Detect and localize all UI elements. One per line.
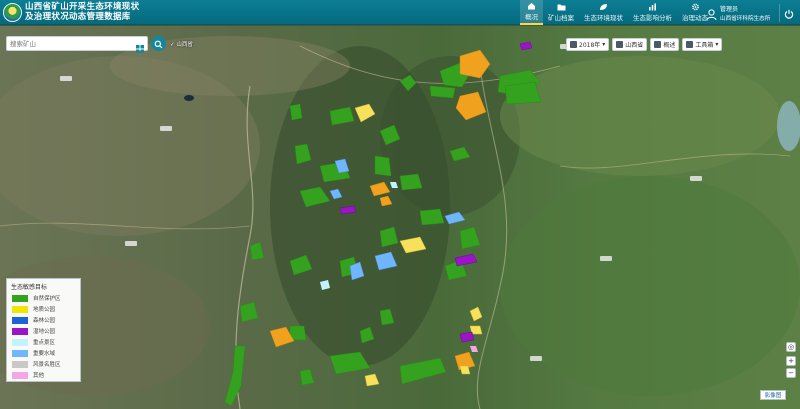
legend-swatch — [12, 338, 28, 346]
legend-label: 自然保护区 — [33, 296, 61, 302]
legend-item[interactable]: 风景名胜区 — [12, 360, 61, 368]
home-icon — [527, 2, 536, 10]
legend-swatch — [12, 349, 28, 357]
legend-label: 风景名胜区 — [33, 362, 61, 368]
search-icon — [154, 34, 163, 53]
legend-title: 生态敏感目标 — [11, 284, 48, 291]
grid-icon[interactable] — [135, 39, 145, 53]
legend-label: 地质公园 — [33, 307, 56, 313]
legend-label: 其他 — [33, 373, 45, 379]
legend-item[interactable]: 重点景区 — [12, 338, 55, 346]
chevron-down-icon: ▾ — [602, 41, 606, 48]
legend-swatch — [12, 316, 28, 324]
app-title-line1: 山西省矿山开采生态环境现状 — [25, 2, 140, 12]
map-toolbar: 2018年 ▾ 山西省 概述 工具箱 ▾ — [566, 38, 723, 51]
search-input[interactable] — [10, 38, 132, 50]
legend-item[interactable]: 重要水域 — [12, 349, 55, 357]
nav-label: 生态影响分析 — [633, 14, 672, 22]
satellite-map[interactable] — [0, 26, 800, 409]
folder-icon — [557, 3, 566, 11]
chart-icon — [648, 3, 657, 11]
nav-label: 治理动态 — [682, 14, 708, 22]
calendar-icon — [570, 41, 577, 48]
legend-label: 森林公园 — [33, 318, 56, 324]
nav-item-overview[interactable]: 概况 — [520, 0, 543, 25]
legend-item[interactable]: 地质公园 — [12, 305, 55, 313]
legend-label: 重要水域 — [33, 351, 56, 357]
map-legend: 生态敏感目标 自然保护区 地质公园 森林公园 湿地公园 重点景区 重要水域 风景… — [6, 278, 81, 382]
toolbox-button[interactable]: 工具箱 ▾ — [682, 38, 723, 51]
user-info[interactable]: 管理员 山西省环科院生态所 — [706, 2, 776, 23]
user-icon — [706, 6, 717, 21]
locate-button[interactable]: ◎ — [786, 342, 796, 352]
current-location: ✓ 山西省 — [170, 42, 193, 48]
zoom-in-button[interactable]: + — [786, 356, 796, 366]
nav-item-eco-status[interactable]: 生态环境现状 — [579, 0, 628, 25]
legend-label: 湿地公园 — [33, 329, 56, 335]
nav-item-mine-archive[interactable]: 矿山档案 — [543, 0, 579, 25]
legend-swatch — [12, 360, 28, 368]
nav-label: 生态环境现状 — [584, 14, 623, 22]
overview-label: 概述 — [663, 42, 676, 49]
locate-icon: ◎ — [787, 343, 795, 351]
nav-item-impact-analysis[interactable]: 生态影响分析 — [628, 0, 677, 25]
nav-label: 矿山档案 — [548, 14, 574, 22]
gear-icon — [691, 3, 700, 11]
legend-label: 重点景区 — [33, 340, 56, 346]
year-label: 2018年 — [579, 42, 601, 49]
power-icon — [784, 4, 794, 23]
user-org: 山西省环科院生态所 — [720, 16, 771, 22]
basemap-switch-button[interactable]: 影像图 — [760, 390, 786, 400]
overview-button[interactable]: 概述 — [650, 38, 680, 51]
search-box — [6, 36, 148, 53]
legend-item[interactable]: 自然保护区 — [12, 294, 61, 302]
legend-swatch — [12, 305, 28, 313]
leaf-icon — [599, 3, 608, 11]
legend-swatch — [12, 327, 28, 335]
region-label: 山西省 — [625, 42, 644, 49]
app-title: 山西省矿山开采生态环境现状 及治理状况动态管理数据库 — [25, 2, 139, 22]
legend-item[interactable]: 湿地公园 — [12, 327, 55, 335]
overview-icon — [654, 41, 662, 48]
toolbox-icon — [686, 41, 694, 48]
main-nav: 概况 矿山档案 生态环境现状 生态影响分析 治理动态 — [520, 0, 713, 25]
user-role: 管理员 — [720, 6, 739, 13]
region-icon — [616, 41, 624, 48]
map-canvas[interactable] — [0, 26, 800, 409]
toolbox-label: 工具箱 — [695, 42, 714, 49]
zoom-out-button[interactable]: − — [786, 368, 796, 378]
app-title-line2: 及治理状况动态管理数据库 — [25, 12, 131, 22]
logout-button[interactable] — [779, 4, 797, 22]
legend-swatch — [12, 294, 28, 302]
legend-item[interactable]: 其他 — [12, 371, 44, 379]
year-select[interactable]: 2018年 ▾ — [566, 38, 610, 51]
legend-item[interactable]: 森林公园 — [12, 316, 55, 324]
app-header: 山西省矿山开采生态环境现状 及治理状况动态管理数据库 概况 矿山档案 生态环境现… — [0, 0, 800, 25]
search-button[interactable] — [151, 36, 166, 51]
legend-swatch — [12, 371, 28, 379]
region-select[interactable]: 山西省 — [612, 38, 648, 51]
logo-icon — [3, 3, 22, 22]
chevron-down-icon: ▾ — [715, 41, 719, 48]
nav-label: 概况 — [525, 13, 538, 21]
